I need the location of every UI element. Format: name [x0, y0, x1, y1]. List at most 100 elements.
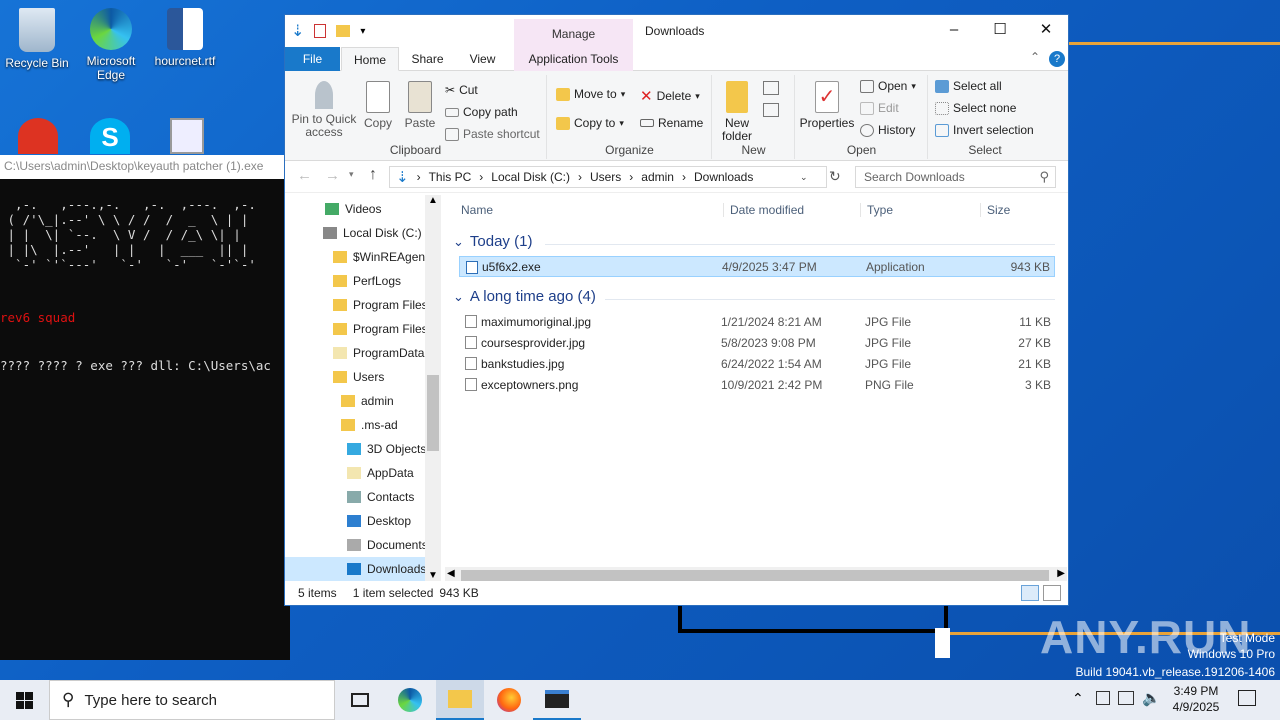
properties-button[interactable]: ✓ Properties: [798, 81, 856, 130]
file-row[interactable]: coursesprovider.jpg 5/8/2023 9:08 PM JPG F…: [459, 332, 1055, 353]
nav-item[interactable]: Desktop: [285, 509, 425, 533]
tab-home[interactable]: Home: [341, 47, 399, 71]
select-all-button[interactable]: Select all: [935, 79, 1002, 93]
back-arrow-icon[interactable]: ←: [297, 167, 312, 184]
file-row[interactable]: bankstudies.jpg 6/24/2022 1:54 AM JPG File…: [459, 353, 1055, 374]
taskbar-firefox[interactable]: [485, 680, 533, 720]
up-arrow-icon[interactable]: ↑: [369, 166, 377, 184]
nav-item[interactable]: Downloads: [285, 557, 425, 581]
copy-path-button[interactable]: Copy path: [445, 105, 518, 119]
scroll-thumb[interactable]: [427, 375, 439, 451]
properties-icon[interactable]: [314, 24, 327, 38]
address-bar[interactable]: ⇣ › This PC › Local Disk (C:) › Users › …: [389, 166, 827, 188]
forward-arrow-icon[interactable]: →: [325, 167, 340, 184]
nav-item[interactable]: PerfLogs: [285, 269, 425, 293]
refresh-icon[interactable]: ↻: [829, 168, 841, 185]
breadcrumb-admin[interactable]: admin: [641, 170, 674, 184]
network-status-icon[interactable]: [1118, 691, 1134, 705]
notification-icon[interactable]: [1238, 690, 1256, 706]
nav-item[interactable]: .ms-ad: [285, 413, 425, 437]
file-row[interactable]: u5f6x2.exe 4/9/2025 3:47 PM Application 943…: [459, 256, 1055, 277]
rename-button[interactable]: Rename: [640, 116, 703, 130]
paste-button[interactable]: Paste: [401, 81, 439, 130]
nav-item[interactable]: Documents: [285, 533, 425, 557]
breadcrumb-local-disk[interactable]: Local Disk (C:): [491, 170, 570, 184]
tab-file[interactable]: File: [285, 47, 340, 71]
recycle-bin-shortcut[interactable]: Recycle Bin: [2, 8, 72, 70]
new-item-icon[interactable]: [763, 81, 779, 95]
skype-icon[interactable]: S: [90, 118, 130, 154]
help-icon[interactable]: ?: [1049, 51, 1065, 67]
history-button[interactable]: History: [860, 123, 915, 137]
column-header-size[interactable]: Size: [980, 203, 1010, 217]
edge-shortcut[interactable]: Microsoft Edge: [76, 8, 146, 82]
copy-to-button[interactable]: Copy to ▾: [556, 116, 624, 130]
taskbar-file-explorer[interactable]: [436, 680, 484, 720]
details-view-icon[interactable]: [1021, 585, 1039, 601]
scroll-thumb[interactable]: [461, 570, 1049, 581]
collapse-ribbon-icon[interactable]: ⌃: [1030, 50, 1040, 64]
taskbar-console[interactable]: [533, 680, 581, 720]
clock[interactable]: 3:49 PM 4/9/2025: [1166, 683, 1226, 715]
column-header-name[interactable]: Name: [461, 203, 493, 217]
select-none-button[interactable]: Select none: [935, 101, 1016, 115]
breadcrumb-users[interactable]: Users: [590, 170, 621, 184]
search-input[interactable]: Search Downloads ⚲: [855, 166, 1056, 188]
nav-item[interactable]: admin: [285, 389, 425, 413]
task-view-button[interactable]: [336, 680, 384, 720]
nav-item[interactable]: Program Files: [285, 293, 425, 317]
file-row[interactable]: exceptowners.png 10/9/2021 2:42 PM PNG Fil…: [459, 374, 1055, 395]
down-arrow-icon[interactable]: ⇣: [291, 21, 304, 41]
taskbar-edge[interactable]: [386, 680, 434, 720]
address-dropdown-icon[interactable]: ⌄: [800, 172, 808, 183]
new-folder-button[interactable]: New folder: [717, 81, 757, 143]
large-icons-view-icon[interactable]: [1043, 585, 1061, 601]
column-header-date[interactable]: Date modified: [723, 203, 804, 217]
manage-context-tab[interactable]: Manage: [514, 19, 633, 47]
tab-view[interactable]: View: [460, 47, 505, 71]
start-button[interactable]: [0, 680, 48, 720]
group-header[interactable]: ⌄ A long time ago (4): [453, 288, 596, 305]
customize-dropdown-icon[interactable]: ▾: [360, 26, 365, 37]
maximize-button[interactable]: ☐: [977, 15, 1023, 45]
scroll-right-icon[interactable]: ▶: [1057, 568, 1065, 579]
navigation-pane[interactable]: Videos Local Disk (C:) $WinREAgent PerfLogs…: [285, 195, 441, 581]
volume-icon[interactable]: 🔈: [1142, 689, 1161, 707]
new-folder-icon[interactable]: [336, 25, 351, 37]
copy-button[interactable]: Copy: [359, 81, 397, 130]
edit-button[interactable]: Edit: [860, 101, 899, 115]
tab-share[interactable]: Share: [405, 47, 450, 71]
scroll-left-icon[interactable]: ◀: [447, 568, 455, 579]
nav-item[interactable]: Users: [285, 365, 425, 389]
nav-item[interactable]: 3D Objects: [285, 437, 425, 461]
close-button[interactable]: ✕: [1023, 15, 1069, 45]
ccleaner-icon[interactable]: [18, 118, 58, 154]
file-explorer-window[interactable]: ⇣ ▾ Manage Downloads – ☐ ✕ File Home Sha…: [284, 14, 1069, 606]
breadcrumb-downloads[interactable]: Downloads: [694, 170, 753, 184]
open-button[interactable]: Open ▾: [860, 79, 916, 93]
invert-selection-button[interactable]: Invert selection: [935, 123, 1034, 137]
nav-item[interactable]: Local Disk (C:): [285, 221, 425, 245]
nav-scrollbar[interactable]: ▲ ▼: [425, 195, 441, 581]
pin-quick-access-button[interactable]: Pin to Quick access: [289, 81, 359, 139]
move-to-button[interactable]: Move to ▾: [556, 87, 625, 101]
scroll-down-icon[interactable]: ▼: [428, 570, 438, 581]
hourcnet-shortcut[interactable]: hourcnet.rtf: [150, 8, 220, 68]
cut-button[interactable]: ✂ Cut: [445, 83, 478, 97]
show-hidden-icons-icon[interactable]: ⌃: [1072, 690, 1084, 707]
scroll-up-icon[interactable]: ▲: [428, 195, 438, 206]
nav-item[interactable]: Program Files: [285, 317, 425, 341]
taskbar-search[interactable]: ⚲ Type here to search: [49, 680, 335, 720]
delete-button[interactable]: ✕ Delete ▾: [640, 87, 700, 105]
minimize-button[interactable]: –: [931, 15, 977, 45]
file-row[interactable]: maximumoriginal.jpg 1/21/2024 8:21 AM JPG …: [459, 311, 1055, 332]
file-list[interactable]: Name Date modified Type Size ⌄ Today (1) u…: [445, 195, 1070, 581]
console-window[interactable]: C:\Users\admin\Desktop\keyauth patcher (…: [0, 155, 290, 660]
nav-item[interactable]: Contacts: [285, 485, 425, 509]
column-header-type[interactable]: Type: [860, 203, 893, 217]
easy-access-icon[interactable]: [763, 103, 779, 117]
paste-shortcut-button[interactable]: Paste shortcut: [445, 127, 540, 141]
network-icon[interactable]: [1096, 691, 1110, 705]
breadcrumb-this-pc[interactable]: This PC: [429, 170, 472, 184]
image-file-icon[interactable]: [170, 118, 204, 154]
